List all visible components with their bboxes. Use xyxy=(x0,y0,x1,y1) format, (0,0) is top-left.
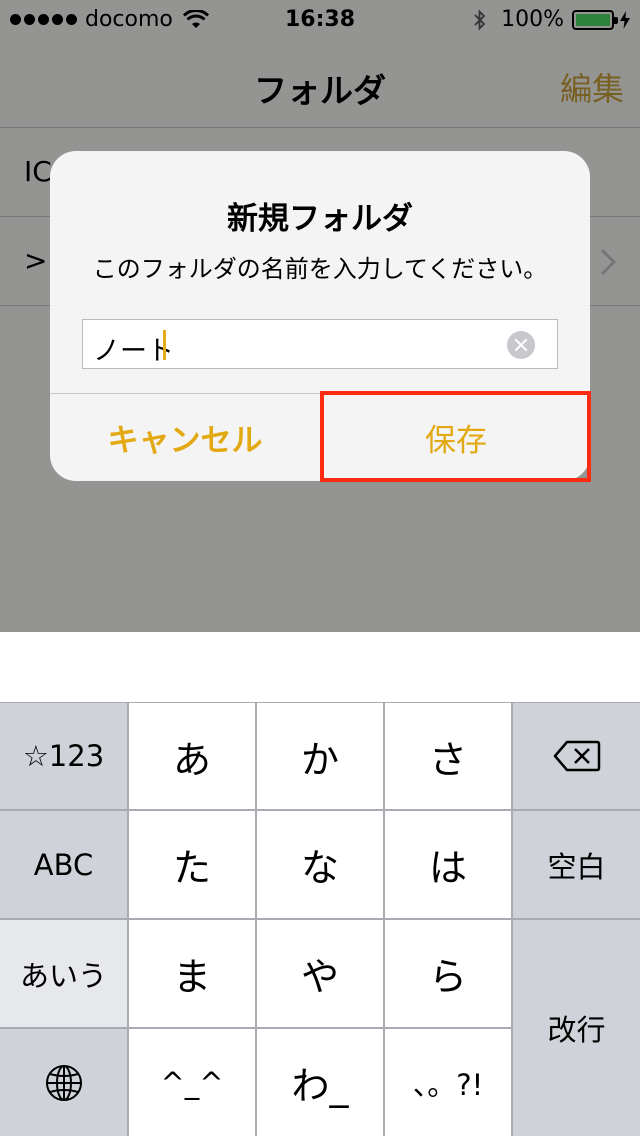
key-return[interactable]: 改行 xyxy=(513,920,640,1136)
key-na[interactable]: な xyxy=(257,811,383,918)
key-ya-label: や xyxy=(300,955,339,999)
key-ra-label: ら xyxy=(428,955,467,999)
key-kaomoji-label: ^_^ xyxy=(160,1065,224,1100)
key-space-label: 空白 xyxy=(547,849,606,884)
key-ma-label: ま xyxy=(172,955,211,999)
key-a-label: あ xyxy=(172,737,211,782)
key-ha-label: は xyxy=(428,846,467,890)
clear-text-icon[interactable] xyxy=(507,331,535,359)
key-kana-label: あいう xyxy=(19,958,107,993)
key-numbers-label: ☆123 xyxy=(22,739,105,773)
japanese-kana-keyboard: ☆123 ABC あいう あ か さ た な は ま や ら ^_^ わ_ 、。… xyxy=(0,702,640,1136)
key-wa-label: わ_ xyxy=(291,1064,349,1108)
key-ya[interactable]: や xyxy=(257,920,383,1027)
key-sa[interactable]: さ xyxy=(385,703,511,809)
key-abc[interactable]: ABC xyxy=(0,811,127,918)
text-cursor xyxy=(163,330,166,360)
key-ka[interactable]: か xyxy=(257,703,383,809)
key-ma[interactable]: ま xyxy=(129,920,255,1027)
key-kana[interactable]: あいう xyxy=(0,920,127,1027)
cancel-button[interactable]: キャンセル xyxy=(50,394,320,481)
globe-icon xyxy=(45,1064,82,1101)
key-kaomoji[interactable]: ^_^ xyxy=(129,1029,255,1136)
key-backspace[interactable] xyxy=(513,703,640,809)
key-punctuation[interactable]: 、。?! xyxy=(385,1029,511,1136)
alert-title: 新規フォルダ xyxy=(227,201,413,237)
key-globe[interactable] xyxy=(0,1029,127,1136)
folder-name-input[interactable]: ノート xyxy=(82,319,558,369)
key-a[interactable]: あ xyxy=(129,703,255,809)
delete-icon xyxy=(553,740,600,772)
key-space[interactable]: 空白 xyxy=(513,811,640,918)
key-ka-label: か xyxy=(300,737,339,782)
key-numbers[interactable]: ☆123 xyxy=(0,703,127,809)
key-abc-label: ABC xyxy=(33,847,94,882)
key-na-label: な xyxy=(300,846,339,890)
key-ra[interactable]: ら xyxy=(385,920,511,1027)
alert-message: このフォルダの名前を入力してください。 xyxy=(92,255,548,283)
key-ta[interactable]: た xyxy=(129,811,255,918)
save-button-highlight xyxy=(320,391,591,482)
key-ha[interactable]: は xyxy=(385,811,511,918)
key-sa-label: さ xyxy=(428,737,467,782)
key-wa[interactable]: わ_ xyxy=(257,1029,383,1136)
key-return-label: 改行 xyxy=(547,1013,606,1047)
folder-name-value: ノート xyxy=(93,336,174,367)
key-ta-label: た xyxy=(172,846,211,890)
key-punctuation-label: 、。?! xyxy=(412,1067,484,1102)
